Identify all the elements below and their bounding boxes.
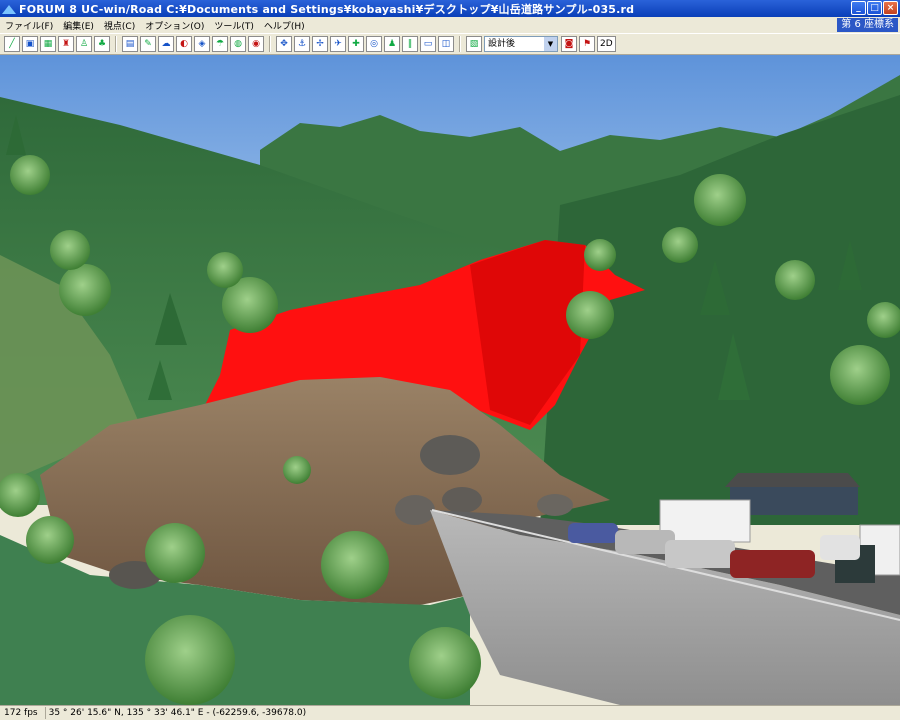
scene-select[interactable]: 設計後 ▼ bbox=[484, 36, 558, 52]
tree bbox=[662, 227, 698, 263]
status-divider bbox=[44, 707, 46, 719]
flag-icon[interactable]: ⚑ bbox=[579, 36, 595, 52]
tree bbox=[59, 264, 111, 316]
tree bbox=[694, 174, 746, 226]
arrows-icon[interactable]: ✢ bbox=[312, 36, 328, 52]
car bbox=[568, 523, 618, 543]
forum8-logo-icon bbox=[2, 3, 16, 15]
tree bbox=[321, 531, 389, 599]
menu-help[interactable]: ヘルプ(H) bbox=[259, 19, 310, 32]
car bbox=[665, 540, 735, 568]
tree bbox=[50, 230, 90, 270]
road-icon[interactable]: ╱ bbox=[4, 36, 20, 52]
plus-icon[interactable]: ✚ bbox=[348, 36, 364, 52]
close-button[interactable]: × bbox=[883, 1, 898, 15]
menu-file[interactable]: ファイル(F) bbox=[0, 19, 58, 32]
map-icon[interactable]: ◫ bbox=[438, 36, 454, 52]
globe2-icon[interactable]: ◎ bbox=[366, 36, 382, 52]
maximize-button[interactable]: □ bbox=[867, 1, 882, 15]
person-icon[interactable]: ♜ bbox=[58, 36, 74, 52]
coordinate-system-label[interactable]: 第 6 座標系 bbox=[837, 18, 898, 32]
paint-icon[interactable]: ◐ bbox=[176, 36, 192, 52]
menu-options[interactable]: オプション(O) bbox=[140, 19, 209, 32]
boulder bbox=[395, 495, 435, 525]
boulder bbox=[420, 435, 480, 475]
tree bbox=[283, 456, 311, 484]
tree bbox=[830, 345, 890, 405]
driver-icon[interactable]: ♟ bbox=[384, 36, 400, 52]
rain-icon[interactable]: ☂ bbox=[212, 36, 228, 52]
move-icon[interactable]: ✥ bbox=[276, 36, 292, 52]
chevron-down-icon[interactable]: ▼ bbox=[544, 37, 557, 51]
menu-bar: ファイル(F) 編集(E) 視点(C) オプション(O) ツール(T) ヘルプ(… bbox=[0, 17, 900, 33]
plane-icon[interactable]: ✈ bbox=[330, 36, 346, 52]
edit-icon[interactable]: ✎ bbox=[140, 36, 156, 52]
main-toolbar: ╱ ▣ ▦ ♜ ♙ ♣ ▤ ✎ ☁ ◐ ◈ ☂ ◍ ◉ ✥ ⚓ ✢ ✈ ✚ ◎ … bbox=[0, 33, 900, 55]
building-roof bbox=[725, 473, 860, 487]
scene-select-value: 設計後 bbox=[488, 39, 516, 49]
toolbar-separator bbox=[269, 36, 271, 52]
open-icon[interactable]: ▤ bbox=[122, 36, 138, 52]
3d-viewport[interactable] bbox=[0, 55, 900, 705]
walk-icon[interactable]: ♙ bbox=[76, 36, 92, 52]
toolbar-separator bbox=[459, 36, 461, 52]
car bbox=[820, 535, 860, 560]
tree bbox=[409, 627, 481, 699]
tree bbox=[775, 260, 815, 300]
tree bbox=[145, 615, 235, 705]
mode-2d-button[interactable]: 2D bbox=[597, 36, 616, 52]
target-icon[interactable]: ◉ bbox=[248, 36, 264, 52]
camera-icon[interactable]: ▣ bbox=[22, 36, 38, 52]
bus-icon[interactable]: ▭ bbox=[420, 36, 436, 52]
anchor-icon[interactable]: ⚓ bbox=[294, 36, 310, 52]
menu-viewpoint[interactable]: 視点(C) bbox=[99, 19, 140, 32]
tree bbox=[566, 291, 614, 339]
tree bbox=[145, 523, 205, 583]
fps-readout: 172 fps bbox=[4, 708, 38, 718]
tree bbox=[10, 155, 50, 195]
tree bbox=[584, 239, 616, 271]
photo-icon[interactable]: ◙ bbox=[561, 36, 577, 52]
coordinate-readout: 35 ° 26' 15.6" N, 135 ° 33' 46.1" E - (-… bbox=[48, 708, 307, 718]
pause-icon[interactable]: ‖ bbox=[402, 36, 418, 52]
menu-tools[interactable]: ツール(T) bbox=[209, 19, 259, 32]
tree bbox=[26, 516, 74, 564]
toolbar-separator bbox=[115, 36, 117, 52]
window-title: FORUM 8 UC-win/Road C:¥Documents and Set… bbox=[19, 2, 635, 16]
boulder bbox=[442, 487, 482, 513]
menu-edit[interactable]: 編集(E) bbox=[58, 19, 99, 32]
terrain-icon[interactable]: ▦ bbox=[40, 36, 56, 52]
cloud-icon[interactable]: ☁ bbox=[158, 36, 174, 52]
globe-icon[interactable]: ◍ bbox=[230, 36, 246, 52]
scene-icon[interactable]: ▧ bbox=[466, 36, 482, 52]
app-window: FORUM 8 UC-win/Road C:¥Documents and Set… bbox=[0, 0, 900, 720]
car-icon[interactable]: ◈ bbox=[194, 36, 210, 52]
car bbox=[730, 550, 815, 578]
tree bbox=[207, 252, 243, 288]
boulder bbox=[537, 494, 573, 516]
tree-icon[interactable]: ♣ bbox=[94, 36, 110, 52]
title-bar[interactable]: FORUM 8 UC-win/Road C:¥Documents and Set… bbox=[0, 0, 900, 17]
minimize-button[interactable]: _ bbox=[851, 1, 866, 15]
status-bar: 172 fps 35 ° 26' 15.6" N, 135 ° 33' 46.1… bbox=[0, 705, 900, 720]
window-controls: _ □ × bbox=[851, 1, 898, 15]
